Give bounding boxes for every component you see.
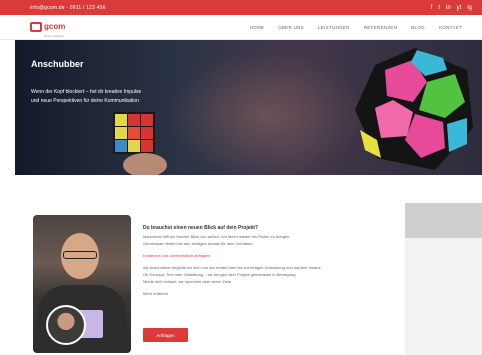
nav-item-about[interactable]: Über uns xyxy=(278,25,304,30)
photo-glasses xyxy=(63,251,97,259)
hero-title: Anschubber xyxy=(31,59,84,69)
facebook-icon[interactable]: f xyxy=(431,5,433,11)
intro-paragraph-line: Ob Konzept, Text oder Gestaltung – wir b… xyxy=(143,272,297,277)
intro-paragraph-line: Melde dich einfach, wir sprechen über de… xyxy=(143,279,233,284)
intro-question: Du brauchst einen neuen Blick auf dein P… xyxy=(143,225,259,231)
nav-item-home[interactable]: Home xyxy=(250,25,265,30)
intro-line: Gemeinsam finden wir den richtigen Ansat… xyxy=(143,241,254,246)
nav-item-contact[interactable]: Kontakt xyxy=(439,25,462,30)
request-button[interactable]: Anfragen xyxy=(143,328,188,342)
hero-banner: Anschubber Wenn der Kopf blockiert – hol… xyxy=(15,40,482,175)
intro-line: Manchmal hilft ein frischer Blick von au… xyxy=(143,234,291,239)
logo-mark-icon xyxy=(30,22,42,32)
side-panel-band xyxy=(405,203,482,238)
logo-wordmark: gcom kommunikation xyxy=(44,16,66,39)
hero-subtitle-line-1: Wenn der Kopf blockiert – hol dir kreati… xyxy=(31,89,142,95)
hero-image xyxy=(113,48,473,175)
instagram-icon[interactable]: ig xyxy=(467,5,472,11)
social-links: f t in yt ig xyxy=(431,5,472,11)
hero-subtitle-line-2: und neue Perspektiven für deine Kommunik… xyxy=(31,98,139,104)
intro-paragraph-line: Als Anschubber begleite ich dich von der… xyxy=(143,265,322,270)
topbar-contact[interactable]: info@gcom.de · 0911 / 123 456 xyxy=(30,5,106,11)
youtube-icon[interactable]: yt xyxy=(457,5,462,11)
logo-subtitle: kommunikation xyxy=(44,34,65,38)
twitter-icon[interactable]: t xyxy=(438,5,440,11)
avatar xyxy=(46,305,86,345)
intro-text: Du brauchst einen neuen Blick auf dein P… xyxy=(143,225,413,297)
main-nav: Home Über uns Leistungen Referenzen Blog… xyxy=(250,25,462,30)
top-bar: info@gcom.de · 0911 / 123 456 f t in yt … xyxy=(0,0,482,15)
megaminx-puzzle-icon xyxy=(355,48,473,170)
intro-section: Du brauchst einen neuen Blick auf dein P… xyxy=(15,175,482,355)
site-logo[interactable]: gcom kommunikation xyxy=(30,16,65,38)
more-link[interactable]: Mehr erfahren xyxy=(143,290,413,297)
rubiks-cube-icon xyxy=(113,112,167,175)
linkedin-icon[interactable]: in xyxy=(446,5,451,11)
intro-highlight[interactable]: Kostenlos und unverbindlich anfragen xyxy=(143,252,413,259)
logo-text: gcom xyxy=(44,22,66,31)
site-header: gcom kommunikation Home Über uns Leistun… xyxy=(0,15,482,40)
nav-item-services[interactable]: Leistungen xyxy=(318,25,350,30)
nav-item-blog[interactable]: Blog xyxy=(411,25,425,30)
side-panel xyxy=(405,203,482,355)
nav-item-references[interactable]: Referenzen xyxy=(364,25,398,30)
